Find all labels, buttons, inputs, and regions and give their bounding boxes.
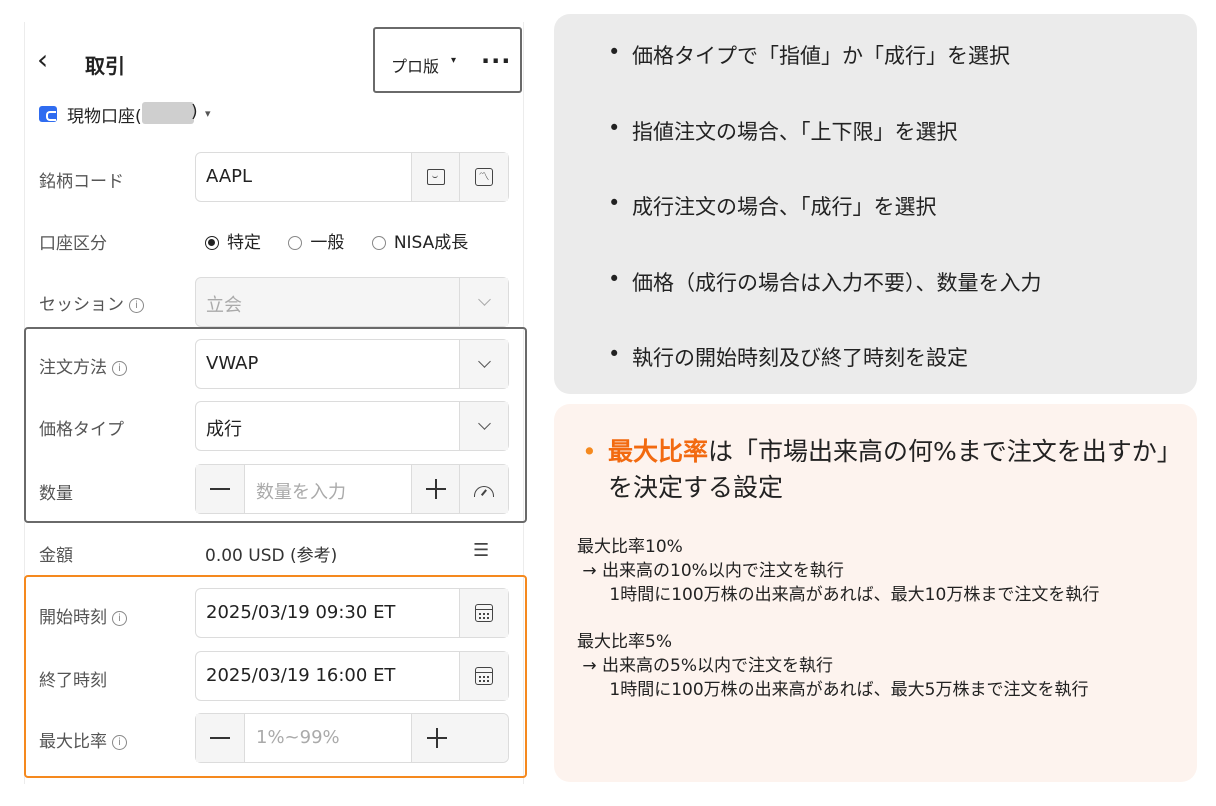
instruction-item: 指値注文の場合、「上下限」を選択 [608, 116, 957, 146]
symbol-field[interactable]: AAPL 〽 [195, 152, 509, 202]
account-number-mask [142, 102, 194, 124]
example-10-line1: → 出来高の10%以内で注文を執行 [577, 561, 844, 581]
amount-value: 0.00 USD (参考) [205, 546, 338, 566]
chevron-down-icon [459, 278, 508, 326]
time-settings-highlight [24, 575, 527, 778]
instructions-panel: 価格タイプで「指値」か「成行」を選択 指値注文の場合、「上下限」を選択 成行注文… [554, 14, 1197, 394]
account-caret-icon[interactable]: ▾ [205, 107, 211, 120]
account-paren: ) [191, 102, 198, 122]
session-label: セッション i [39, 290, 144, 315]
pro-version-box: プロ版 ▾ ··· [373, 27, 522, 93]
info-icon: i [129, 298, 144, 313]
radio-ippan[interactable]: 一般 [288, 233, 344, 253]
example-10-line2: 1時間に100万株の出来高があれば、最大10万株まで注文を執行 [577, 585, 1100, 605]
example-5-title: 最大比率5% [577, 632, 672, 652]
radio-tokutei[interactable]: 特定 [205, 233, 261, 253]
symbol-value: AAPL [206, 166, 253, 187]
instruction-item: 成行注文の場合、「成行」を選択 [608, 191, 936, 221]
bullet-dot: • [582, 437, 597, 466]
example-5-line1: → 出来高の5%以内で注文を執行 [577, 656, 834, 676]
instruction-item: 執行の開始時刻及び終了時刻を設定 [608, 342, 968, 372]
instruction-item: 価格（成行の場合は入力不要）、数量を入力 [608, 267, 1041, 297]
example-5-line2: 1時間に100万株の出来高があれば、最大5万株まで注文を執行 [577, 680, 1089, 700]
account-icon [39, 106, 57, 122]
more-icon[interactable]: ··· [481, 47, 511, 75]
page-title: 取引 [85, 54, 125, 78]
session-value: 立会 [206, 295, 242, 316]
headline-highlight: 最大比率 [608, 437, 709, 466]
max-ratio-explanation-panel: • 最大比率は「市場出来高の何%まで注文を出すか」を決定する設定 最大比率10% … [554, 404, 1197, 782]
board-icon[interactable] [411, 153, 460, 201]
amount-label: 金額 [39, 546, 73, 566]
session-select: 立会 [195, 277, 509, 327]
chart-icon[interactable]: 〽 [459, 153, 508, 201]
account-type-radios: 特定 一般 NISA成長 [205, 228, 468, 253]
order-settings-highlight [24, 327, 527, 523]
sliders-icon[interactable]: ☰ [473, 540, 489, 561]
account-type-label: 口座区分 [39, 234, 107, 254]
example-10-title: 最大比率10% [577, 537, 683, 557]
instruction-item: 価格タイプで「指値」か「成行」を選択 [608, 40, 1010, 70]
symbol-label: 銘柄コード [39, 172, 124, 192]
account-selector[interactable]: 現物口座( [67, 102, 142, 127]
back-icon[interactable]: ‹ [37, 46, 48, 74]
pro-version-toggle[interactable]: プロ版 [391, 53, 439, 77]
max-ratio-headline: • 最大比率は「市場出来高の何%まで注文を出すか」を決定する設定 [582, 434, 1178, 506]
chevron-down-icon[interactable]: ▾ [451, 55, 456, 66]
radio-nisa[interactable]: NISA成長 [371, 233, 468, 253]
